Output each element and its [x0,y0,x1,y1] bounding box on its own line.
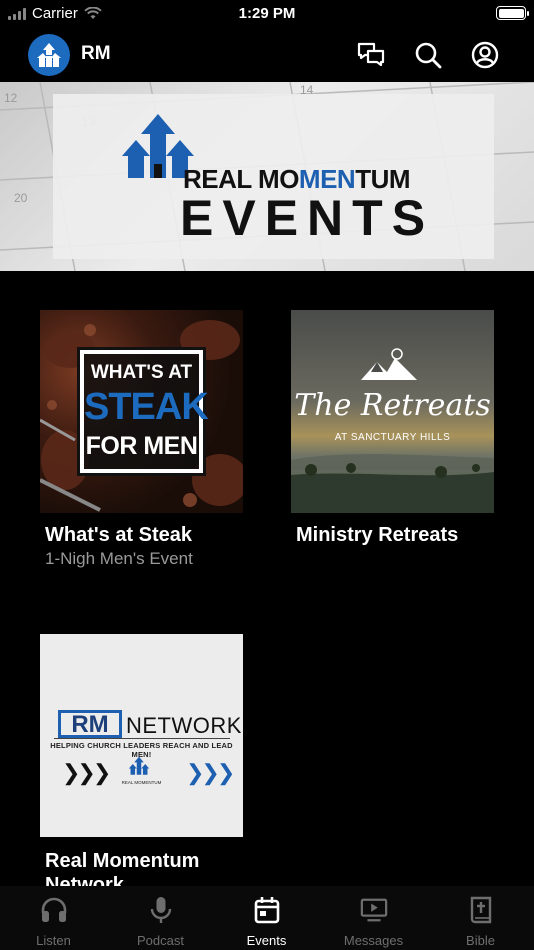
account-icon[interactable] [470,40,500,70]
headphones-icon [40,896,68,924]
event-title[interactable]: Real Momentum Network [45,849,245,886]
event-tile-ministry-retreats[interactable]: The Retreats AT SANCTUARY HILLS [291,310,494,513]
search-icon[interactable] [413,40,443,70]
app-title: RM [81,43,111,64]
bible-icon [467,896,495,924]
calendar-date: 12 [4,91,18,105]
event-title[interactable]: What's at Steak [45,524,192,547]
calendar-icon [253,896,281,924]
steak-title-box: WHAT'S AT STEAK FOR MEN [77,347,209,476]
retreat-title-text: The Retreats [294,388,491,423]
tab-events[interactable]: Events [213,886,320,950]
church-arrows-icon [37,43,61,67]
status-time: 1:29 PM [238,5,296,22]
event-tile-rm-network[interactable]: RM NETWORK HELPING CHURCH LEADERS REACH … [40,634,243,837]
rm-network-text: NETWORK [126,713,242,738]
event-title[interactable]: Ministry Retreats [296,524,458,547]
tab-label: Events [246,933,287,948]
event-image-retreat: The Retreats AT SANCTUARY HILLS [291,310,494,513]
tab-label: Bible [466,933,495,948]
tab-label: Listen [36,933,71,948]
tab-bible[interactable]: Bible [427,886,534,950]
steak-text-line3: FOR MEN [85,432,198,460]
event-image-network: RM NETWORK HELPING CHURCH LEADERS REACH … [40,634,243,837]
rm-logo-box: RM [58,710,122,738]
chat-bubbles-icon[interactable] [356,40,386,70]
event-image-steak: WHAT'S AT STEAK FOR MEN [40,310,243,513]
retreat-sub-text: AT SANCTUARY HILLS [334,432,451,443]
event-subtitle: 1-Nigh Men's Event [45,549,193,568]
tab-podcast[interactable]: Podcast [107,886,214,950]
event-tile-whats-at-steak[interactable]: WHAT'S AT STEAK FOR MEN [40,310,243,513]
tab-messages[interactable]: Messages [320,886,427,950]
divider [54,738,230,739]
tab-label: Messages [343,933,404,948]
video-player-icon [360,896,388,924]
tab-listen[interactable]: Listen [0,886,107,950]
steak-text-line2: STEAK [84,386,209,428]
hero-logo-card: REAL MOMENTUM EVENTS [53,94,494,259]
bottom-tab-bar: Listen Podcast Events Messages Bible [0,886,534,950]
microphone-icon [147,896,175,924]
tab-label: Podcast [137,933,184,948]
app-header: RM [0,28,534,82]
chevrons-right-icon: ❯❯❯ [186,760,235,785]
calendar-date: 20 [14,191,28,205]
hero-events-text: EVENTS [180,190,435,246]
app-logo-icon[interactable] [28,34,70,76]
battery-icon [496,6,529,20]
status-bar: Carrier 1:29 PM [0,0,534,28]
real-momentum-logo-icon [128,756,150,775]
events-hero-banner: 12 13 14 20 REAL MOMENTUM EVENTS [0,82,534,271]
steak-text-line1: WHAT'S AT [90,362,193,383]
